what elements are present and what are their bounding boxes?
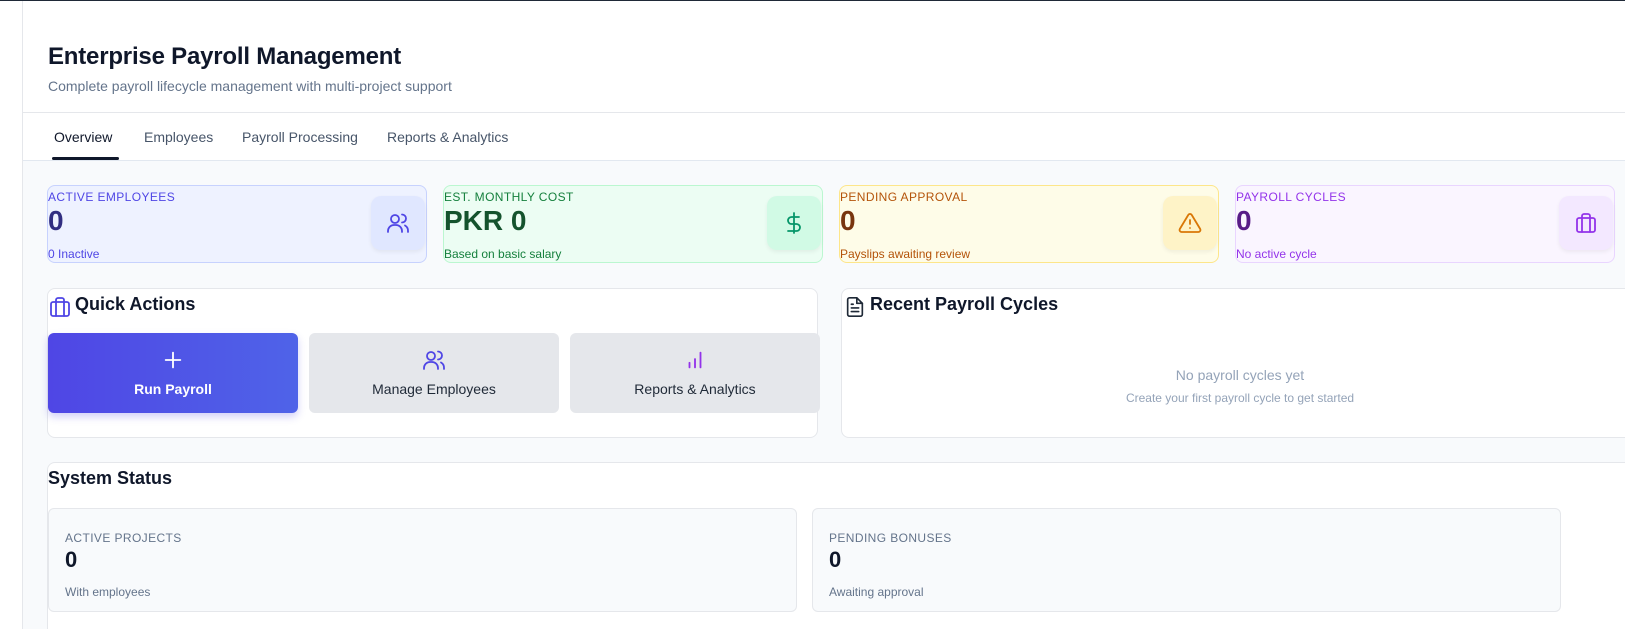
page-subtitle: Complete payroll lifecycle management wi… [48,78,452,94]
empty-state-title: No payroll cycles yet [1175,367,1305,383]
stat-subtext: Based on basic salary [444,247,562,261]
pending-bonuses-value: 0 [829,547,842,572]
run-payroll-button[interactable]: Run Payroll [48,333,298,413]
run-payroll-label: Run Payroll [134,381,212,397]
stat-subtext: 0 Inactive [48,247,100,261]
recent-payroll-cycles-title: Recent Payroll Cycles [870,294,1059,314]
users-icon [422,347,446,373]
active-tab-indicator [52,157,119,160]
stat-subtext: Payslips awaiting review [840,247,971,261]
stat-card-active-employees: ACTIVE EMPLOYEES 0 0 Inactive [47,185,427,263]
stat-label: ACTIVE EMPLOYEES [48,190,176,204]
stat-value: 0 [840,205,856,236]
dollar-icon [767,196,821,250]
stat-label: EST. MONTHLY COST [444,190,574,204]
stat-card-monthly-cost: EST. MONTHLY COST PKR 0 Based on basic s… [443,185,823,263]
quick-actions-card: Quick Actions Run Payroll Manage Employe… [47,288,820,438]
warning-icon [1163,196,1217,250]
stat-value: PKR 0 [444,205,527,236]
tab-bar: Overview Employees Payroll Processing Re… [23,113,1625,161]
quick-actions-title: Quick Actions [75,294,196,314]
system-status-title: System Status [48,468,173,488]
active-projects-subtext: With employees [65,585,151,599]
users-icon [371,196,425,250]
plus-icon [162,347,184,373]
manage-employees-button[interactable]: Manage Employees [309,333,559,413]
active-projects-value: 0 [65,547,78,572]
pending-bonuses-subtext: Awaiting approval [829,585,924,599]
stat-value: 0 [48,205,64,236]
reports-analytics-label: Reports & Analytics [634,381,756,397]
reports-analytics-button[interactable]: Reports & Analytics [570,333,820,413]
pending-bonuses-card: PENDING BONUSES 0 Awaiting approval [812,508,1561,612]
stat-card-payroll-cycles: PAYROLL CYCLES 0 No active cycle [1235,185,1615,263]
page-header: Enterprise Payroll Management Complete p… [23,1,1625,113]
briefcase-icon [48,295,72,324]
active-projects-card: ACTIVE PROJECTS 0 With employees [48,508,797,612]
tab-overview[interactable]: Overview [54,129,112,145]
stat-subtext: No active cycle [1236,247,1317,261]
briefcase-icon [1559,196,1613,250]
tab-reports-analytics[interactable]: Reports & Analytics [387,129,508,145]
system-status-card: System Status ACTIVE PROJECTS 0 With emp… [47,462,1625,629]
tab-payroll-processing[interactable]: Payroll Processing [242,129,358,145]
empty-state-subtitle: Create your first payroll cycle to get s… [1125,391,1355,405]
pending-bonuses-label: PENDING BONUSES [829,531,952,545]
stat-label: PENDING APPROVAL [840,190,968,204]
stat-value: 0 [1236,205,1252,236]
manage-employees-label: Manage Employees [372,381,496,397]
stat-card-pending-approval: PENDING APPROVAL 0 Payslips awaiting rev… [839,185,1219,263]
recent-payroll-cycles-card: Recent Payroll Cycles No payroll cycles … [841,288,1625,438]
bar-chart-icon [684,347,706,373]
active-projects-label: ACTIVE PROJECTS [65,531,182,545]
page-title: Enterprise Payroll Management [48,43,401,70]
stat-label: PAYROLL CYCLES [1236,190,1347,204]
app-container: Enterprise Payroll Management Complete p… [22,1,1625,629]
tab-employees[interactable]: Employees [144,129,213,145]
document-icon [844,295,866,324]
